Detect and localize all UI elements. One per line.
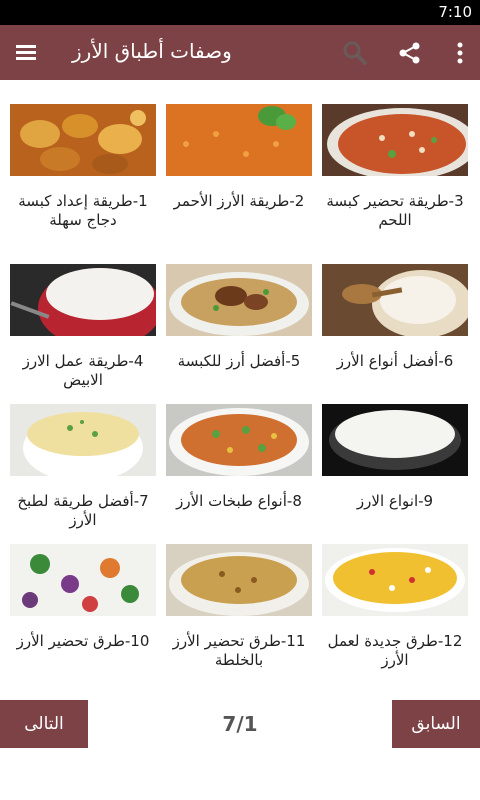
recipe-image-2 xyxy=(166,104,312,176)
recipe-card-6[interactable]: 6-أفضل أنواع الأرز xyxy=(322,240,468,380)
recipe-image-10 xyxy=(10,544,156,616)
app-title: وصفات أطباق الأرز xyxy=(72,39,232,63)
recipe-image-11 xyxy=(166,544,312,616)
recipe-card-4[interactable]: 4-طريقة عمل الارز الابيض xyxy=(10,240,156,389)
recipe-card-8[interactable]: 8-أنواع طبخات الأرز xyxy=(166,380,312,520)
recipe-label-5: 5-أفضل أرز للكبسة xyxy=(177,352,301,370)
recipe-image-12 xyxy=(322,544,468,616)
recipe-card-12[interactable]: 12-طرق جديدة لعمل الأرز xyxy=(322,520,468,669)
recipe-grid: 1-طريقة إعداد كبسة دجاج سهلة 2-طريقة الأ… xyxy=(0,80,480,700)
recipe-label-11: 11-طرق تحضير الأرز بالخلطة xyxy=(172,632,306,669)
recipe-card-9[interactable]: 9-انواع الارز xyxy=(322,380,468,520)
recipe-card-2[interactable]: 2-طريقة الأرز الأحمر xyxy=(166,80,312,220)
app-bar: وصفات أطباق الأرز xyxy=(0,25,480,80)
recipe-image-3 xyxy=(322,104,468,176)
recipe-card-10[interactable]: 10-طرق تحضير الأرز xyxy=(10,520,156,660)
recipe-image-8 xyxy=(166,404,312,476)
recipe-label-1: 1-طريقة إعداد كبسة دجاج سهلة xyxy=(18,192,148,229)
recipe-image-5 xyxy=(166,264,312,336)
status-time: 7:10 xyxy=(438,3,472,21)
previous-button[interactable]: السابق xyxy=(392,700,480,748)
recipe-image-4 xyxy=(10,264,156,336)
recipe-image-9 xyxy=(322,404,468,476)
more-vert-icon[interactable] xyxy=(447,40,473,66)
recipe-label-8: 8-أنواع طبخات الأرز xyxy=(176,492,302,510)
recipe-image-1 xyxy=(10,104,156,176)
status-bar: 7:10 xyxy=(0,0,480,25)
recipe-label-10: 10-طرق تحضير الأرز xyxy=(16,632,150,650)
share-icon[interactable] xyxy=(397,40,423,66)
recipe-card-3[interactable]: 3-طريقة تحضير كبسة اللحم xyxy=(322,80,468,229)
recipe-card-7[interactable]: 7-أفضل طريقة لطبخ الأرز xyxy=(10,380,156,529)
recipe-label-2: 2-طريقة الأرز الأحمر xyxy=(173,192,305,210)
recipe-label-12: 12-طرق جديدة لعمل الأرز xyxy=(327,632,463,669)
recipe-image-7 xyxy=(10,404,156,476)
search-icon[interactable] xyxy=(342,40,368,66)
recipe-label-6: 6-أفضل أنواع الأرز xyxy=(336,352,454,370)
recipe-card-5[interactable]: 5-أفضل أرز للكبسة xyxy=(166,240,312,380)
pagination-bar: التالى 7/1 السابق xyxy=(0,700,480,748)
next-button[interactable]: التالى xyxy=(0,700,88,748)
recipe-card-11[interactable]: 11-طرق تحضير الأرز بالخلطة xyxy=(166,520,312,669)
recipe-label-9: 9-انواع الارز xyxy=(356,492,434,510)
recipe-label-3: 3-طريقة تحضير كبسة اللحم xyxy=(326,192,464,229)
recipe-card-1[interactable]: 1-طريقة إعداد كبسة دجاج سهلة xyxy=(10,80,156,229)
page-indicator: 7/1 xyxy=(222,712,258,736)
menu-icon[interactable] xyxy=(16,43,38,61)
recipe-image-6 xyxy=(322,264,468,336)
